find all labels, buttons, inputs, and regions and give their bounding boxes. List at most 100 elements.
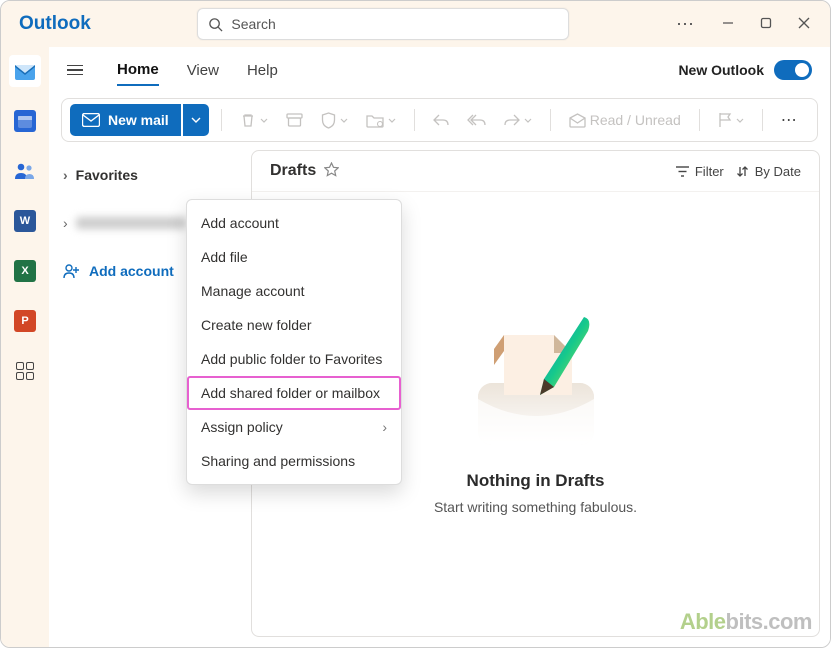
ctx-add-account[interactable]: Add account bbox=[187, 206, 401, 240]
rail-more-apps[interactable] bbox=[9, 355, 41, 387]
app-brand: Outlook bbox=[9, 13, 91, 35]
forward-button[interactable] bbox=[498, 109, 538, 131]
ctx-manage-account[interactable]: Manage account bbox=[187, 274, 401, 308]
word-icon: W bbox=[14, 210, 36, 232]
empty-title: Nothing in Drafts bbox=[467, 471, 605, 491]
new-mail-label: New mail bbox=[108, 112, 169, 128]
new-mail-button[interactable]: New mail bbox=[70, 104, 181, 136]
close-button[interactable] bbox=[798, 16, 810, 32]
watermark: Ablebits.com bbox=[680, 609, 812, 635]
mail-icon bbox=[13, 61, 37, 81]
empty-illustration bbox=[466, 313, 606, 463]
more-commands-button[interactable]: ⋯ bbox=[775, 106, 805, 134]
tab-bar: Home View Help New Outlook bbox=[49, 49, 830, 92]
delete-button[interactable] bbox=[234, 108, 274, 132]
report-button[interactable] bbox=[315, 108, 354, 133]
add-account-label: Add account bbox=[89, 263, 174, 279]
search-wrap: Search bbox=[91, 8, 676, 40]
ctx-label: Add public folder to Favorites bbox=[201, 351, 382, 367]
rail-word[interactable]: W bbox=[9, 205, 41, 237]
rail-people[interactable] bbox=[9, 155, 41, 187]
command-bar: New mail Read / Unread bbox=[61, 98, 818, 142]
minimize-button[interactable] bbox=[722, 16, 734, 32]
move-button[interactable] bbox=[360, 109, 402, 132]
wm-a: Able bbox=[680, 609, 726, 634]
reply-button[interactable] bbox=[427, 109, 455, 131]
window-buttons: ⋯ bbox=[676, 14, 822, 35]
ctx-add-file[interactable]: Add file bbox=[187, 240, 401, 274]
list-title: Drafts bbox=[270, 162, 316, 180]
rail-excel[interactable]: X bbox=[9, 255, 41, 287]
hamburger-icon[interactable] bbox=[67, 65, 83, 76]
ctx-add-shared-folder[interactable]: Add shared folder or mailbox bbox=[187, 376, 401, 410]
reply-all-button[interactable] bbox=[461, 109, 492, 131]
wm-c: .com bbox=[763, 609, 812, 634]
read-unread-label: Read / Unread bbox=[590, 112, 681, 128]
shield-icon bbox=[321, 112, 336, 129]
ctx-create-new-folder[interactable]: Create new folder bbox=[187, 308, 401, 342]
people-icon bbox=[14, 162, 36, 180]
app-body: W X P Home View Help New Outlook bbox=[1, 47, 830, 647]
search-placeholder: Search bbox=[231, 16, 275, 32]
new-outlook-toggle[interactable]: New Outlook bbox=[678, 60, 812, 80]
flag-button[interactable] bbox=[712, 108, 750, 132]
main-area: Home View Help New Outlook New mail bbox=[49, 49, 830, 647]
toggle-switch[interactable] bbox=[774, 60, 812, 80]
empty-sub: Start writing something fabulous. bbox=[434, 499, 637, 515]
rail-calendar[interactable] bbox=[9, 105, 41, 137]
tab-help[interactable]: Help bbox=[247, 56, 278, 85]
maximize-button[interactable] bbox=[760, 16, 772, 32]
chevron-down-icon bbox=[340, 118, 348, 123]
filter-button[interactable]: Filter bbox=[676, 164, 724, 179]
search-icon bbox=[208, 17, 223, 32]
separator bbox=[550, 109, 551, 131]
rail-powerpoint[interactable]: P bbox=[9, 305, 41, 337]
sort-button[interactable]: By Date bbox=[736, 164, 801, 179]
ctx-label: Sharing and permissions bbox=[201, 453, 355, 469]
reply-icon bbox=[433, 113, 449, 127]
excel-icon: X bbox=[14, 260, 36, 282]
powerpoint-icon: P bbox=[14, 310, 36, 332]
rail-mail[interactable] bbox=[9, 55, 41, 87]
chevron-right-icon: › bbox=[63, 167, 68, 183]
app-rail: W X P bbox=[1, 47, 49, 647]
ellipsis-icon: ⋯ bbox=[781, 110, 799, 130]
ctx-label: Add shared folder or mailbox bbox=[201, 385, 380, 401]
archive-icon bbox=[286, 113, 303, 127]
read-unread-button[interactable]: Read / Unread bbox=[563, 108, 687, 132]
ctx-assign-policy[interactable]: Assign policy › bbox=[187, 410, 401, 444]
separator bbox=[414, 109, 415, 131]
add-person-icon bbox=[63, 263, 81, 279]
tab-view[interactable]: View bbox=[187, 56, 219, 85]
new-outlook-label: New Outlook bbox=[678, 62, 764, 78]
separator bbox=[762, 109, 763, 131]
ctx-sharing-permissions[interactable]: Sharing and permissions bbox=[187, 444, 401, 478]
star-icon[interactable] bbox=[324, 162, 339, 180]
favorites-row[interactable]: › Favorites bbox=[55, 160, 245, 190]
ctx-label: Create new folder bbox=[201, 317, 312, 333]
ctx-label: Add file bbox=[201, 249, 248, 265]
flag-icon bbox=[718, 112, 732, 128]
tab-home[interactable]: Home bbox=[117, 55, 159, 86]
ctx-add-public-folder[interactable]: Add public folder to Favorites bbox=[187, 342, 401, 376]
trash-icon bbox=[240, 112, 256, 128]
sort-label: By Date bbox=[755, 164, 801, 179]
content-area: › Favorites › Add account bbox=[49, 150, 830, 647]
chevron-down-icon bbox=[260, 118, 268, 123]
account-name-blurred bbox=[76, 217, 186, 229]
separator bbox=[699, 109, 700, 131]
new-mail-dropdown[interactable] bbox=[183, 104, 209, 136]
chevron-right-icon: › bbox=[63, 215, 68, 231]
separator bbox=[221, 109, 222, 131]
more-icon[interactable]: ⋯ bbox=[676, 14, 696, 35]
search-box[interactable]: Search bbox=[197, 8, 569, 40]
forward-icon bbox=[504, 113, 520, 127]
chevron-right-icon: › bbox=[382, 419, 387, 435]
filter-label: Filter bbox=[695, 164, 724, 179]
archive-button[interactable] bbox=[280, 109, 309, 131]
chevron-down-icon bbox=[388, 118, 396, 123]
chevron-down-icon bbox=[524, 118, 532, 123]
chevron-down-icon bbox=[736, 118, 744, 123]
chevron-down-icon bbox=[191, 117, 201, 123]
ctx-label: Assign policy bbox=[201, 419, 283, 435]
